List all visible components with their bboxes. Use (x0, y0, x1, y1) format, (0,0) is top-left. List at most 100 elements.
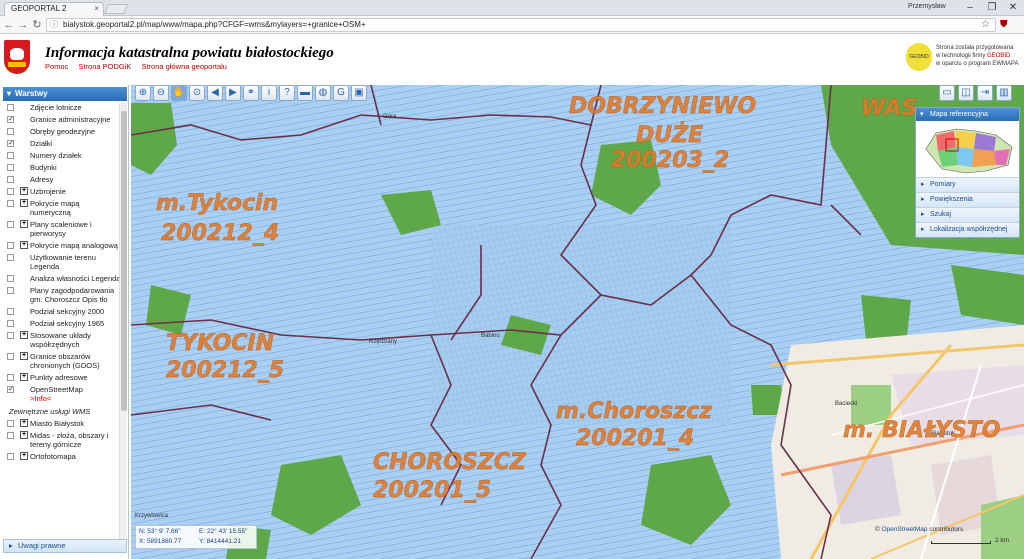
bookmark-star-icon[interactable]: ☆ (981, 19, 990, 31)
layer-item[interactable]: + Punkty adresowe (3, 373, 121, 382)
expand-plus-icon[interactable]: + (20, 187, 28, 195)
layer-checkbox[interactable] (7, 242, 14, 249)
layers-panel-header[interactable]: Warstwy (3, 87, 127, 101)
layer-item[interactable]: Podział sekcyjny 1965 (3, 319, 121, 328)
layer-info-link[interactable]: >Info< (30, 394, 51, 403)
layer-item[interactable]: + Uzbrojenie (3, 187, 121, 196)
extension-shield-icon[interactable]: ⛊ (1000, 19, 1008, 30)
browser-tab[interactable]: GEOPORTAL 2 × (4, 2, 104, 16)
layer-item[interactable]: Analiza własności Legenda (3, 274, 121, 283)
globe-icon[interactable]: ◍ (315, 85, 331, 101)
layer-item[interactable]: + Granice obszarów chronionych (GDOS) (3, 352, 121, 370)
sidebar-toggle-icon[interactable]: ▥ (996, 85, 1012, 101)
layers-scrollbar[interactable] (119, 103, 127, 543)
export-icon[interactable]: ⇥ (977, 85, 993, 101)
layer-checkbox[interactable] (7, 287, 14, 294)
pan-hand-icon[interactable]: ✋ (171, 85, 187, 101)
layer-checkbox[interactable] (7, 332, 14, 339)
measurements-item[interactable]: Pomiary (916, 177, 1019, 192)
layer-checkbox[interactable] (7, 320, 14, 327)
info-icon[interactable]: i (261, 85, 277, 101)
forward-icon[interactable]: → (16, 18, 30, 32)
zoom-window-icon[interactable]: ⊙ (189, 85, 205, 101)
expand-plus-icon[interactable]: + (20, 352, 28, 360)
layer-item[interactable]: Numery działek (3, 151, 121, 160)
layer-item[interactable]: Podział sekcyjny 2000 (3, 307, 121, 316)
layer-checkbox[interactable] (7, 353, 14, 360)
layer-checkbox[interactable] (7, 164, 14, 171)
layer-item[interactable]: + Pokrycie mapą numeryczną (3, 199, 121, 217)
reference-map[interactable] (916, 121, 1019, 177)
link-icon[interactable]: ⚭ (243, 85, 259, 101)
expand-plus-icon[interactable]: + (20, 199, 28, 207)
expand-plus-icon[interactable]: + (20, 452, 28, 460)
reference-map-image[interactable] (916, 121, 1019, 177)
zoom-in-icon[interactable]: ⊕ (135, 85, 151, 101)
external-layer-item[interactable]: + Ortofotomapa (3, 452, 121, 461)
layer-item[interactable]: ✓ Działki (3, 139, 121, 148)
legal-notes-button[interactable]: Uwagi prawne (3, 539, 127, 553)
layer-checkbox[interactable]: ✓ (7, 140, 14, 147)
layout-split-icon[interactable]: ◫ (958, 85, 974, 101)
geobid-logo[interactable]: GEOBID (906, 43, 932, 71)
layer-item[interactable]: + Pokrycie mapą analogową (3, 241, 121, 250)
layer-item[interactable]: ✓ Granice administracyjne (3, 115, 121, 124)
layer-checkbox[interactable] (7, 176, 14, 183)
expand-plus-icon[interactable]: + (20, 419, 28, 427)
podgik-link[interactable]: Strona PODGiK (78, 62, 131, 71)
search-item[interactable]: Szukaj (916, 207, 1019, 222)
maximize-icon[interactable]: ❐ (982, 1, 1002, 15)
coordinate-location-item[interactable]: Lokalizacja współrzędnej (916, 222, 1019, 237)
layer-checkbox[interactable] (7, 453, 14, 460)
zooms-item[interactable]: Powiększenia (916, 192, 1019, 207)
layer-item[interactable]: Adresy (3, 175, 121, 184)
layer-item[interactable]: ✓ OpenStreetMap >Info< (3, 385, 121, 403)
help-link[interactable]: Pomoc (45, 62, 68, 71)
layer-checkbox[interactable] (7, 104, 14, 111)
close-window-icon[interactable]: ✕ (1003, 1, 1023, 15)
expand-plus-icon[interactable]: + (20, 331, 28, 339)
expand-plus-icon[interactable]: + (20, 373, 28, 381)
layer-checkbox[interactable] (7, 275, 14, 282)
layer-item[interactable]: Zdjęcie lotnicze (3, 103, 121, 112)
zoom-out-icon[interactable]: ⊖ (153, 85, 169, 101)
external-layer-item[interactable]: + Midas - złoża, obszary i tereny górnicz… (3, 431, 121, 449)
osm-link[interactable]: OpenStreetMap (882, 526, 928, 533)
minimize-icon[interactable]: – (960, 1, 980, 15)
close-tab-icon[interactable]: × (94, 3, 99, 15)
expand-plus-icon[interactable]: + (20, 431, 28, 439)
layer-checkbox[interactable] (7, 432, 14, 439)
layer-checkbox[interactable] (7, 128, 14, 135)
layout-full-icon[interactable]: ▭ (939, 85, 955, 101)
layer-checkbox[interactable] (7, 200, 14, 207)
reload-icon[interactable]: ↻ (30, 18, 44, 32)
measure-icon[interactable]: ▬ (297, 85, 313, 101)
map-canvas[interactable]: Góra Baciecki Białystok Krzywlowica Rzęd… (131, 85, 1024, 559)
layer-checkbox[interactable] (7, 221, 14, 228)
page-info-icon[interactable]: ⓘ (50, 19, 58, 31)
external-layer-item[interactable]: + Miasto Białystok (3, 419, 121, 428)
layer-item[interactable]: Plany zagodpodarowania gm. Choroszcz Opi… (3, 286, 121, 304)
address-bar[interactable]: ⓘ bialystok.geoportal2.pl/map/www/mapa.p… (46, 18, 996, 32)
layer-item[interactable]: Budynki (3, 163, 121, 172)
layer-checkbox[interactable] (7, 188, 14, 195)
layer-item[interactable]: + Stosowane układy współrzędnych (3, 331, 121, 349)
scrollbar-thumb[interactable] (121, 111, 127, 411)
back-icon[interactable]: ← (2, 18, 16, 32)
help-icon[interactable]: ? (279, 85, 295, 101)
expand-plus-icon[interactable]: + (20, 241, 28, 249)
next-view-icon[interactable]: ▶ (225, 85, 241, 101)
expand-plus-icon[interactable]: + (20, 220, 28, 228)
layer-checkbox[interactable] (7, 254, 14, 261)
layer-checkbox[interactable] (7, 374, 14, 381)
layer-checkbox[interactable] (7, 308, 14, 315)
layer-item[interactable]: Obręby geodezyjne (3, 127, 121, 136)
map-view[interactable]: Góra Baciecki Białystok Krzywlowica Rzęd… (131, 85, 1024, 559)
layer-item[interactable]: Użytkowanie terenu Legenda (3, 253, 121, 271)
camera-icon[interactable]: ▣ (351, 85, 367, 101)
reference-map-header[interactable]: Mapa referencyjna (916, 108, 1019, 121)
google-icon[interactable]: G (333, 85, 349, 101)
layer-checkbox[interactable] (7, 152, 14, 159)
layer-checkbox[interactable] (7, 420, 14, 427)
geoportal-home-link[interactable]: Strona główna geoportalu (141, 62, 226, 71)
